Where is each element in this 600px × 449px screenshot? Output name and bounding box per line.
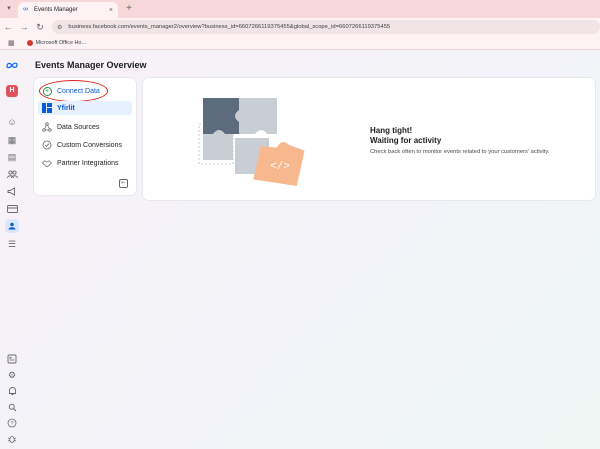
- avatar[interactable]: H: [6, 85, 18, 97]
- nav-item-custom-conversions[interactable]: Custom Conversions: [38, 138, 132, 152]
- search-icon[interactable]: [5, 400, 19, 414]
- bell-icon[interactable]: [5, 384, 19, 398]
- close-tab-icon[interactable]: ×: [109, 7, 113, 14]
- meta-logo-icon[interactable]: [5, 58, 19, 72]
- nav-item-data-sources[interactable]: Data Sources: [38, 120, 132, 134]
- nav-item-partner-integrations[interactable]: Partner Integrations: [38, 156, 132, 170]
- tab-title: Events Manager: [34, 7, 78, 13]
- left-rail: H ☺ ▦ ▤ ☰ ⚙ ?: [0, 50, 24, 449]
- browser-toolbar: ← → ↻ ⚙ business.facebook.com/events_man…: [0, 18, 600, 36]
- tab-search-icon[interactable]: ▾: [4, 4, 14, 14]
- apps-grid-icon[interactable]: ▦: [8, 39, 15, 47]
- menu-icon[interactable]: ☰: [5, 237, 19, 251]
- puzzle-orange-piece: </>: [253, 142, 305, 186]
- page-title: Events Manager Overview: [35, 60, 147, 70]
- help-icon[interactable]: ?: [5, 416, 19, 430]
- code-brackets-icon: </>: [270, 161, 290, 173]
- nav-item-partner-integrations-label: Partner Integrations: [57, 159, 119, 167]
- back-icon[interactable]: ←: [0, 19, 16, 35]
- credit-card-icon[interactable]: [5, 202, 19, 216]
- address-bar[interactable]: ⚙ business.facebook.com/events_manager2/…: [52, 20, 600, 34]
- bookmark-microsoft-office[interactable]: Microsoft Office Ho...: [36, 40, 86, 46]
- events-manager-icon[interactable]: [5, 219, 19, 233]
- office-favicon-icon: [26, 39, 33, 46]
- custom-conversions-icon: [42, 140, 52, 150]
- empty-state-message: Hang tight! Waiting for activity Check b…: [370, 126, 550, 155]
- handshake-icon: [42, 158, 52, 168]
- empty-state-title: Hang tight!: [370, 126, 413, 135]
- connect-data-button[interactable]: + Connect Data: [38, 84, 132, 98]
- nav-item-pixel-label: Yfirlit: [57, 104, 75, 112]
- url-text[interactable]: business.facebook.com/events_manager2/ov…: [68, 24, 390, 30]
- browser-tab-events-manager[interactable]: ∞ Events Manager ×: [18, 2, 118, 18]
- forward-icon[interactable]: →: [16, 19, 32, 35]
- site-info-icon[interactable]: ⚙: [57, 24, 62, 31]
- report-icon[interactable]: [5, 352, 19, 366]
- nav-item-data-sources-label: Data Sources: [57, 123, 100, 131]
- bookmarks-bar: ▦ Microsoft Office Ho...: [0, 36, 600, 50]
- grid-table-icon[interactable]: ▦: [5, 133, 19, 147]
- plus-circle-icon: +: [42, 86, 52, 96]
- meta-favicon-icon: ∞: [23, 6, 28, 13]
- megaphone-icon[interactable]: [5, 184, 19, 198]
- pixel-dataset-icon: [42, 103, 52, 113]
- data-sources-icon: [42, 122, 52, 132]
- events-nav-card: + Connect Data Yfirlit Data Sources Cust…: [34, 78, 136, 195]
- people-icon[interactable]: [5, 167, 19, 181]
- bug-icon[interactable]: [5, 432, 19, 446]
- app-area: H ☺ ▦ ▤ ☰ ⚙ ? Events Manager Overview + …: [0, 50, 600, 449]
- document-icon[interactable]: ▤: [5, 150, 19, 164]
- smiley-icon[interactable]: ☺: [5, 115, 19, 129]
- browser-tab-strip: ▾ ∞ Events Manager × +: [0, 0, 600, 18]
- settings-icon[interactable]: ⚙: [5, 368, 19, 382]
- new-tab-icon[interactable]: +: [123, 3, 135, 15]
- collapse-panel-icon[interactable]: ⇤: [119, 179, 128, 188]
- empty-state-body: Check back often to monitor events relat…: [370, 149, 550, 155]
- nav-item-custom-conversions-label: Custom Conversions: [57, 141, 122, 149]
- puzzle-dark-piece: [203, 98, 239, 134]
- overview-main-card: </> Hang tight! Waiting for activity Che…: [143, 78, 595, 200]
- connect-data-label: Connect Data: [57, 87, 100, 95]
- reload-icon[interactable]: ↻: [32, 19, 48, 35]
- empty-state-subtitle: Waiting for activity: [370, 136, 442, 145]
- svg-text:?: ?: [10, 421, 13, 427]
- nav-item-pixel[interactable]: Yfirlit: [38, 101, 132, 115]
- puzzle-illustration: </>: [195, 94, 315, 190]
